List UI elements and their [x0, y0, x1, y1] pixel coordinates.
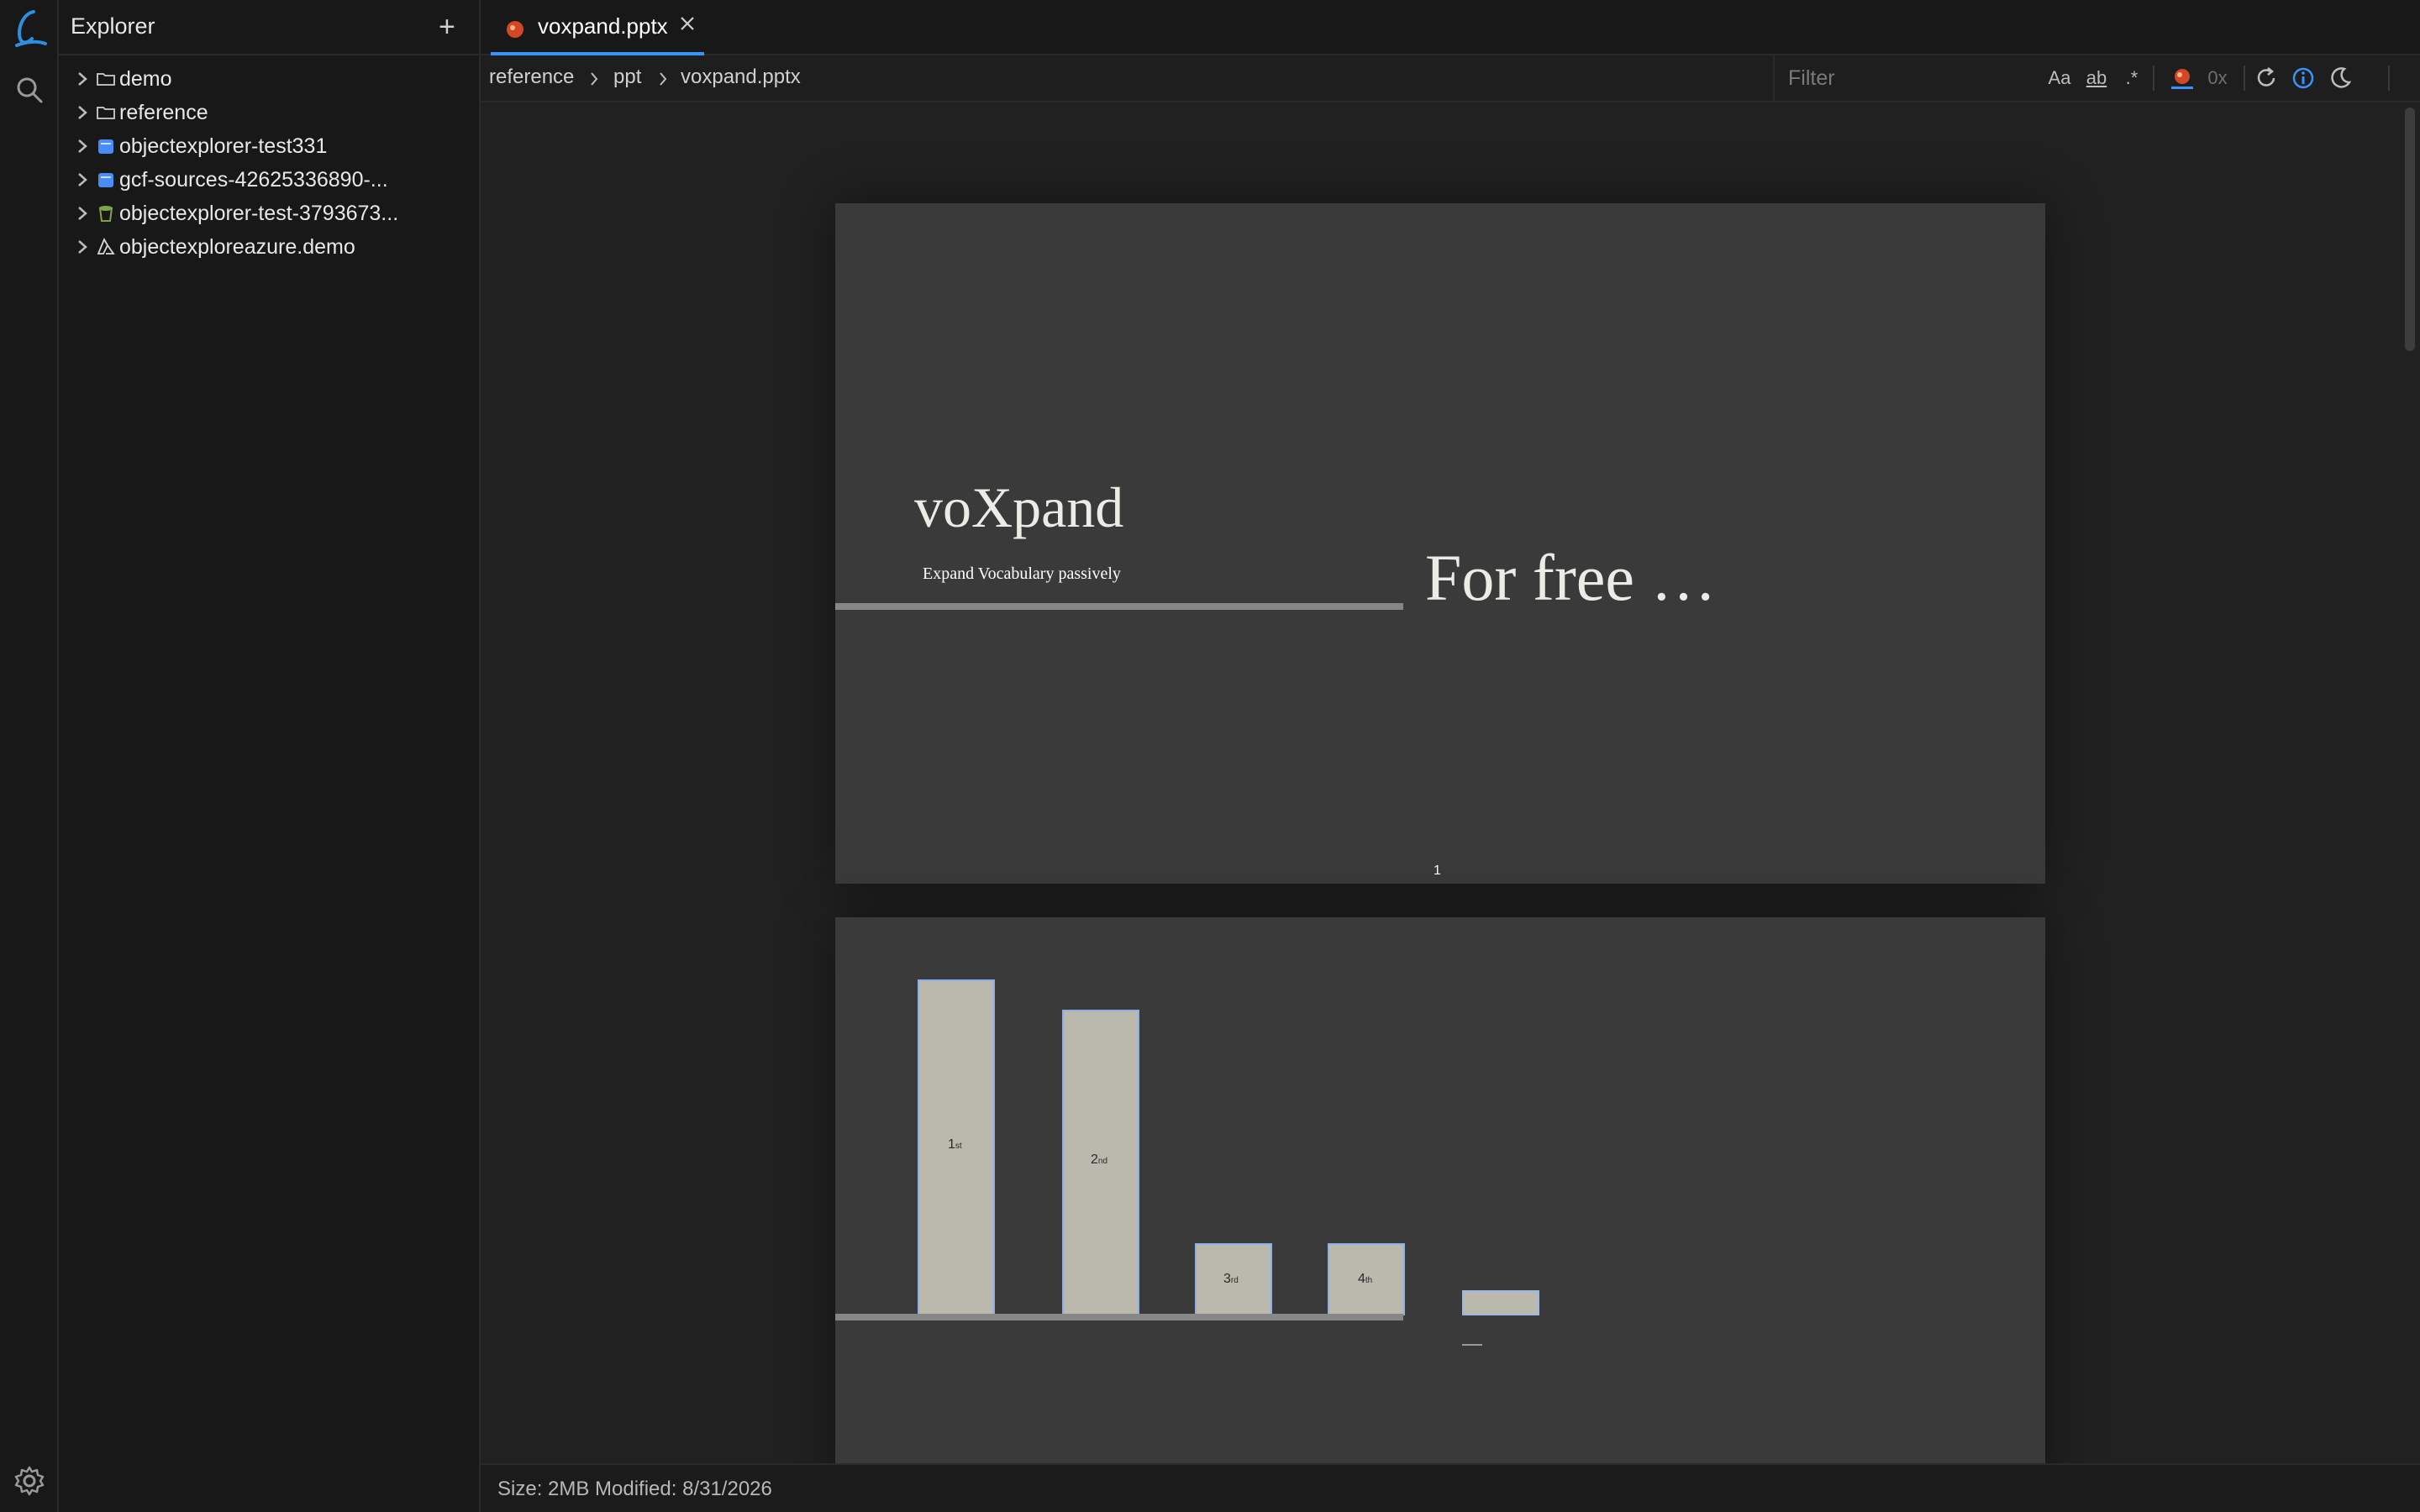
- slide-title: voXpand: [914, 475, 1124, 539]
- tree-item-reference[interactable]: reference: [59, 96, 479, 129]
- editor-tab-bar: voxpand.pptx: [481, 0, 2420, 55]
- activity-bar: [0, 0, 59, 1512]
- powerpoint-file-icon: [507, 21, 523, 38]
- bar-label: 2nd: [1091, 1152, 1108, 1167]
- tree-item-bucket[interactable]: objectexplorer-test331: [59, 129, 479, 163]
- tree-item-azure[interactable]: objectexploreazure.demo: [59, 230, 479, 264]
- chevron-right-icon: [78, 173, 87, 186]
- slide-bar-5: [1462, 1290, 1539, 1315]
- slide-divider-line: [835, 1314, 1403, 1320]
- add-connection-button[interactable]: +: [439, 10, 455, 44]
- match-case-button[interactable]: Aa: [2045, 66, 2074, 91]
- breadcrumb-item[interactable]: voxpand.pptx: [681, 66, 801, 89]
- slide-bar-3: 3rd: [1195, 1243, 1272, 1315]
- sidebar-header: Explorer +: [59, 0, 479, 55]
- filter-input[interactable]: [1775, 55, 2035, 101]
- slide-2: 1st 2nd 3rd 4th: [835, 917, 2045, 1463]
- refresh-icon[interactable]: [2254, 66, 2279, 91]
- tab-label: voxpand.pptx: [538, 13, 668, 39]
- preview-mode-icon[interactable]: [2168, 66, 2196, 91]
- bucket-icon: [98, 139, 113, 154]
- regex-button[interactable]: .*: [2119, 66, 2144, 91]
- tab-voxpand[interactable]: voxpand.pptx: [491, 0, 704, 55]
- file-info-status: Size: 2MB Modified: 8/31/2026: [497, 1478, 772, 1500]
- sidebar-title: Explorer: [71, 13, 155, 39]
- app-window: Explorer + demo reference objectexplorer…: [0, 0, 2420, 1512]
- folder-icon: [97, 73, 115, 86]
- breadcrumb-item[interactable]: reference: [489, 66, 574, 89]
- slide-1: voXpand Expand Vocabulary passively For …: [835, 203, 2045, 884]
- bar-label: 3rd: [1223, 1272, 1239, 1286]
- tree-item-label: objectexplorer-test-3793673...: [119, 202, 399, 225]
- chevron-right-icon: [78, 139, 87, 153]
- tree-item-label: reference: [119, 101, 208, 124]
- slide-page-number: 1: [1434, 864, 1441, 878]
- folder-icon: [97, 107, 115, 119]
- breadcrumb-item[interactable]: ppt: [613, 66, 641, 89]
- settings-gear-icon[interactable]: [13, 1465, 45, 1497]
- toolbar-divider: [2153, 66, 2154, 91]
- close-icon[interactable]: [677, 13, 697, 34]
- chevron-right-icon: [78, 240, 87, 254]
- info-icon[interactable]: [2291, 66, 2316, 91]
- chevron-right-icon: [591, 72, 598, 86]
- tree-item-label: demo: [119, 67, 172, 91]
- tree-item-label: objectexplorer-test331: [119, 134, 328, 158]
- slide-divider-line: [835, 603, 1403, 610]
- vertical-scrollbar[interactable]: [2405, 108, 2415, 351]
- storage-icon: [98, 206, 113, 222]
- bucket-icon: [98, 173, 113, 187]
- azure-icon: [97, 237, 115, 255]
- explorer-tree: demo reference objectexplorer-test331 gc…: [59, 62, 479, 264]
- tree-item-label: gcf-sources-42625336890-...: [119, 168, 388, 192]
- slide-bar-1: 1st: [918, 979, 995, 1315]
- tree-item-storage[interactable]: objectexplorer-test-3793673...: [59, 197, 479, 230]
- bar-label: 1st: [948, 1137, 962, 1152]
- tree-item-label: objectexploreazure.demo: [119, 235, 355, 259]
- slide-subtitle: Expand Vocabulary passively: [923, 564, 1121, 583]
- tree-item-bucket[interactable]: gcf-sources-42625336890-...: [59, 163, 479, 197]
- hex-view-button[interactable]: 0x: [2203, 66, 2232, 91]
- dark-mode-moon-icon[interactable]: [2328, 66, 2353, 91]
- chevron-right-icon: [660, 72, 667, 86]
- slide-heading-text: For free …: [1425, 541, 1717, 614]
- slide-bar-4: 4th: [1328, 1243, 1405, 1315]
- explorer-sidebar: Explorer + demo reference objectexplorer…: [59, 0, 481, 1512]
- whole-word-button[interactable]: ab: [2082, 66, 2111, 91]
- toolbar-divider: [2244, 66, 2245, 91]
- filter-box: [1773, 55, 2035, 101]
- chevron-right-icon: [78, 72, 87, 86]
- search-icon[interactable]: [13, 74, 45, 106]
- status-bar: Size: 2MB Modified: 8/31/2026: [481, 1463, 2420, 1512]
- chevron-right-icon: [78, 106, 87, 119]
- app-logo-icon[interactable]: [8, 7, 50, 50]
- tree-item-demo[interactable]: demo: [59, 62, 479, 96]
- bar-label: 4th: [1358, 1272, 1373, 1286]
- slide-bar-2: 2nd: [1062, 1010, 1139, 1315]
- pptx-preview-pane: voXpand Expand Vocabulary passively For …: [481, 102, 2420, 1463]
- breadcrumb-toolbar: reference ppt voxpand.pptx Aa ab .* 0x: [481, 55, 2420, 102]
- toolbar-divider: [2388, 66, 2390, 91]
- slide-small-mark: [1462, 1344, 1482, 1346]
- chevron-right-icon: [78, 207, 87, 220]
